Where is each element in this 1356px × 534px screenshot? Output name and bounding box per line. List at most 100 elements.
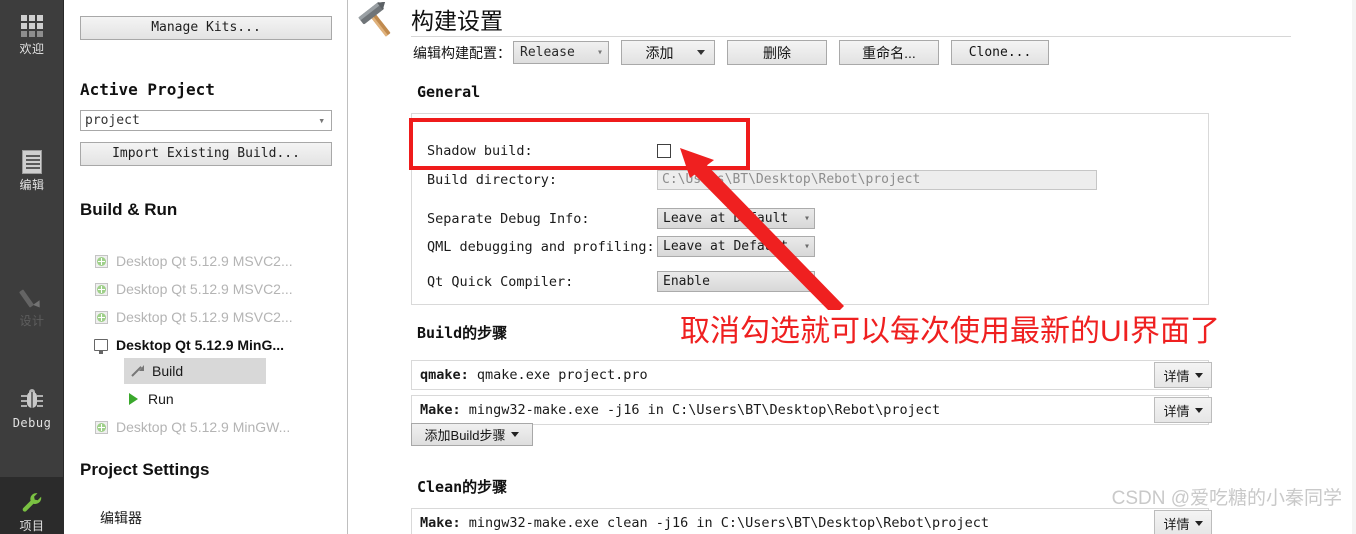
mode-item-welcome[interactable]: 欢迎 bbox=[0, 0, 64, 68]
mode-item-label: Debug bbox=[12, 415, 52, 430]
qt-quick-compiler-value: Enable bbox=[663, 274, 710, 289]
qt-quick-compiler-select[interactable]: Enable ▾ bbox=[657, 271, 815, 292]
tree-item-label: Desktop Qt 5.12.9 MSVC2... bbox=[116, 309, 293, 325]
qml-debugging-select[interactable]: Leave at Default ▾ bbox=[657, 236, 815, 257]
tree-item-label: Build bbox=[152, 363, 184, 379]
page-title: 构建设置 bbox=[411, 8, 503, 34]
qml-debugging-label: QML debugging and profiling: bbox=[427, 238, 655, 255]
add-build-step-button[interactable]: 添加Build步骤 bbox=[411, 423, 533, 446]
mode-item-design: 设计 bbox=[0, 272, 64, 340]
hammer-icon bbox=[358, 2, 391, 37]
vertical-scrollbar[interactable] bbox=[1352, 0, 1356, 534]
import-existing-build-button[interactable]: Import Existing Build... bbox=[80, 142, 332, 166]
build-step-command: qmake.exe project.pro bbox=[476, 367, 648, 383]
qml-debugging-value: Leave at Default bbox=[663, 239, 789, 254]
tree-item-label: Desktop Qt 5.12.9 MinG... bbox=[116, 337, 285, 353]
tree-item-label: Desktop Qt 5.12.9 MSVC2... bbox=[116, 253, 293, 269]
chevron-down-icon: ▾ bbox=[596, 47, 603, 58]
project-settings-heading: Project Settings bbox=[80, 460, 210, 479]
clone-config-button[interactable]: Clone... bbox=[951, 40, 1049, 65]
title-divider bbox=[411, 36, 1291, 37]
chevron-down-icon bbox=[1194, 520, 1203, 526]
tree-item-kit-active[interactable]: Desktop Qt 5.12.9 MinG... bbox=[92, 332, 284, 358]
mode-item-projects[interactable]: 项目 bbox=[0, 477, 64, 534]
build-and-run-heading: Build & Run bbox=[80, 200, 178, 219]
build-directory-input[interactable]: C:\Users\BT\Desktop\Rebot\project bbox=[657, 170, 1097, 190]
play-icon bbox=[124, 393, 142, 405]
details-label: 详情 bbox=[1163, 368, 1190, 384]
separate-debug-info-value: Leave at Default bbox=[663, 211, 789, 226]
separate-debug-info-select[interactable]: Leave at Default ▾ bbox=[657, 208, 815, 229]
kit-disabled-icon bbox=[92, 310, 110, 324]
mode-item-label: 欢迎 bbox=[19, 41, 45, 56]
qt-quick-compiler-label: Qt Quick Compiler: bbox=[427, 273, 574, 290]
tree-item-label: Run bbox=[148, 391, 174, 407]
build-step-details-button[interactable]: 详情 bbox=[1154, 362, 1212, 388]
document-icon bbox=[19, 149, 45, 175]
clean-step-name: Make: bbox=[420, 515, 461, 531]
chevron-down-icon: ▾ bbox=[318, 114, 325, 127]
chevron-down-icon: ▾ bbox=[803, 241, 810, 252]
build-steps-heading: Build的步骤 bbox=[417, 324, 508, 342]
mode-item-edit[interactable]: 编辑 bbox=[0, 136, 64, 204]
build-config-toolbar: 编辑构建配置： Release ▾ 添加 删除 重命名... Clone... bbox=[413, 40, 1049, 65]
chevron-down-icon: ▾ bbox=[803, 276, 810, 287]
build-arrow-icon bbox=[128, 364, 146, 378]
add-build-step-label: 添加Build步骤 bbox=[424, 428, 506, 443]
chevron-down-icon bbox=[697, 50, 705, 55]
mode-item-debug[interactable]: Debug bbox=[0, 374, 64, 442]
clean-step-text: Make: mingw32-make.exe clean -j16 in C:\… bbox=[412, 515, 989, 531]
tree-item-label: Desktop Qt 5.12.9 MinGW... bbox=[116, 419, 291, 435]
build-settings-content: 构建设置 编辑构建配置： Release ▾ 添加 删除 重命名... Clon… bbox=[349, 0, 1356, 534]
kit-disabled-icon bbox=[92, 254, 110, 268]
clean-step-row[interactable]: Make: mingw32-make.exe clean -j16 in C:\… bbox=[411, 508, 1209, 534]
tree-item-kit[interactable]: Desktop Qt 5.12.9 MSVC2... bbox=[92, 276, 293, 302]
chevron-down-icon bbox=[511, 432, 520, 437]
chevron-down-icon bbox=[1194, 407, 1203, 413]
build-step-name: qmake: bbox=[420, 367, 469, 383]
details-label: 详情 bbox=[1163, 403, 1190, 419]
chevron-down-icon: ▾ bbox=[803, 213, 810, 224]
mode-item-label: 编辑 bbox=[19, 177, 45, 192]
add-config-button[interactable]: 添加 bbox=[621, 40, 715, 65]
build-step-text: qmake: qmake.exe project.pro bbox=[412, 367, 648, 383]
qml-debugging-row: QML debugging and profiling: Leave at De… bbox=[427, 236, 815, 257]
bug-icon bbox=[19, 387, 45, 413]
build-step-row[interactable]: Make: mingw32-make.exe -j16 in C:\Users\… bbox=[411, 395, 1209, 425]
chevron-down-icon bbox=[1194, 372, 1203, 378]
tree-item-build[interactable]: Build bbox=[124, 358, 266, 384]
build-directory-row: Build directory: C:\Users\BT\Desktop\Reb… bbox=[427, 170, 1097, 190]
active-project-value: project bbox=[85, 113, 140, 128]
clean-step-command: mingw32-make.exe clean -j16 in C:\Users\… bbox=[468, 515, 989, 531]
clean-steps-heading: Clean的步骤 bbox=[417, 478, 508, 496]
tree-item-kit[interactable]: Desktop Qt 5.12.9 MinGW... bbox=[92, 414, 290, 440]
project-settings-item-editor[interactable]: 编辑器 bbox=[100, 508, 142, 528]
build-step-row[interactable]: qmake: qmake.exe project.pro bbox=[411, 360, 1209, 390]
grid-icon bbox=[19, 13, 45, 39]
edit-build-config-label: 编辑构建配置： bbox=[413, 44, 511, 61]
tree-item-kit[interactable]: Desktop Qt 5.12.9 MSVC2... bbox=[92, 304, 293, 330]
build-config-select[interactable]: Release ▾ bbox=[513, 41, 609, 64]
remove-config-button[interactable]: 删除 bbox=[727, 40, 827, 65]
clean-step-details-button[interactable]: 详情 bbox=[1154, 510, 1212, 534]
manage-kits-button[interactable]: Manage Kits... bbox=[80, 16, 332, 40]
mode-item-label: 项目 bbox=[19, 518, 45, 533]
tree-item-label: Desktop Qt 5.12.9 MSVC2... bbox=[116, 281, 293, 297]
kit-disabled-icon bbox=[92, 420, 110, 434]
build-step-command: mingw32-make.exe -j16 in C:\Users\BT\Des… bbox=[468, 402, 941, 418]
rename-config-button[interactable]: 重命名... bbox=[839, 40, 939, 65]
build-config-value: Release bbox=[520, 45, 575, 60]
tree-item-kit[interactable]: Desktop Qt 5.12.9 MSVC2... bbox=[92, 248, 293, 274]
mode-selector-bar: 欢迎 编辑 设计 Debug 项目 bbox=[0, 0, 64, 534]
add-config-label: 添加 bbox=[645, 44, 674, 61]
active-project-select[interactable]: project ▾ bbox=[80, 110, 332, 131]
monitor-icon bbox=[92, 339, 110, 354]
general-section-heading: General bbox=[417, 83, 481, 101]
details-label: 详情 bbox=[1163, 516, 1190, 532]
build-step-details-button[interactable]: 详情 bbox=[1154, 397, 1212, 423]
tree-item-run[interactable]: Run bbox=[124, 386, 174, 412]
shadow-build-checkbox[interactable] bbox=[657, 144, 671, 158]
kit-disabled-icon bbox=[92, 282, 110, 296]
build-step-text: Make: mingw32-make.exe -j16 in C:\Users\… bbox=[412, 402, 940, 418]
shadow-build-row: Shadow build: bbox=[427, 143, 671, 159]
